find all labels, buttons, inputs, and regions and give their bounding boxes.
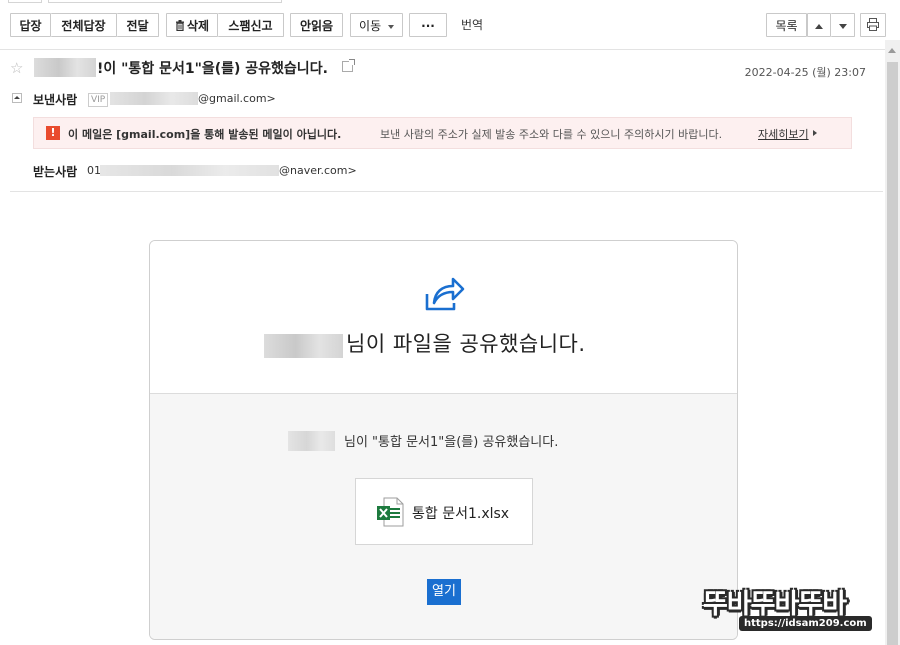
recipient-address-prefix: 01: [87, 164, 101, 177]
share-headline: 님이 파일을 공유했습니다.: [346, 332, 586, 356]
open-button[interactable]: 열기: [427, 579, 461, 605]
trash-icon: [175, 15, 185, 39]
mail-subject: !이 "통합 문서1"을(를) 공유했습니다.: [97, 61, 328, 77]
print-button[interactable]: [860, 13, 886, 37]
watermark-url: https://idsam209.com: [739, 616, 872, 631]
spam-report-button[interactable]: 스팸신고: [218, 13, 284, 37]
more-button[interactable]: ···: [409, 13, 447, 37]
excel-file-icon: [377, 497, 404, 527]
move-dropdown[interactable]: 이동: [350, 13, 403, 37]
sender-address[interactable]: @gmail.com>: [198, 92, 276, 105]
share-icon: [425, 277, 465, 311]
redacted-sender-name: [34, 58, 96, 77]
prev-mail-button[interactable]: [807, 13, 831, 37]
chevron-down-icon: [838, 24, 847, 29]
mark-unread-button[interactable]: 안읽음: [290, 13, 343, 37]
chevron-down-icon: [387, 24, 394, 29]
warning-more-link[interactable]: 자세히보기: [758, 126, 809, 142]
move-label: 이동: [359, 19, 382, 33]
chevron-up-icon: [815, 24, 823, 29]
recipient-address[interactable]: @naver.com>: [279, 164, 357, 177]
external-link-icon[interactable]: [342, 59, 355, 72]
mail-date: 2022-04-25 (월) 23:07: [744, 66, 866, 79]
reply-all-button[interactable]: 전체답장: [51, 13, 117, 37]
scroll-up-arrow-icon[interactable]: [888, 48, 896, 53]
site-watermark: 뚜바뚜바뚜바 https://idsam209.com: [703, 580, 883, 638]
spoof-warning-banner: ! 이 메일은 [gmail.com]을 통해 발송된 메일이 아닙니다. 보낸…: [33, 117, 852, 149]
share-subline: 님이 "통합 문서1"을(를) 공유했습니다.: [344, 435, 559, 450]
mail-toolbar: 답장 전체답장 전달 삭제 스팸신고 안읽음 이동 ··· 번역 목록: [0, 13, 900, 39]
vip-badge: VIP: [88, 93, 109, 107]
shared-file-chip[interactable]: 통합 문서1.xlsx: [355, 478, 533, 545]
top-search-stub[interactable]: [48, 0, 282, 3]
delete-label: 삭제: [186, 19, 210, 33]
star-icon[interactable]: ☆: [10, 59, 23, 77]
warning-detail-text: 보낸 사람의 주소가 실제 발송 주소와 다를 수 있으니 주의하시기 바랍니다…: [380, 128, 723, 141]
next-mail-button[interactable]: [831, 13, 855, 37]
redacted-sender-address: [110, 92, 198, 105]
divider: [0, 49, 885, 50]
chevron-right-icon: [813, 130, 817, 136]
forward-button[interactable]: 전달: [117, 13, 159, 37]
reply-button[interactable]: 답장: [10, 13, 51, 37]
top-tab-stub[interactable]: [8, 0, 42, 3]
scrollbar-thumb[interactable]: [887, 62, 898, 645]
divider: [10, 191, 883, 192]
list-button[interactable]: 목록: [766, 13, 807, 37]
warning-bold-text: 이 메일은 [gmail.com]을 통해 발송된 메일이 아닙니다.: [68, 128, 342, 141]
redacted-sharer-name: [288, 431, 335, 451]
share-card-body: 님이 "통합 문서1"을(를) 공유했습니다. 통합 문서1.xlsx 열기: [150, 394, 737, 639]
delete-button[interactable]: 삭제: [166, 13, 218, 37]
collapse-toggle-icon[interactable]: [12, 93, 22, 103]
redacted-recipient-address: [100, 165, 279, 176]
share-card-header: 님이 파일을 공유했습니다.: [150, 241, 737, 394]
translate-button[interactable]: 번역: [461, 13, 483, 37]
shared-file-name: 통합 문서1.xlsx: [412, 506, 510, 522]
scrollbar[interactable]: [885, 40, 900, 645]
print-icon: [867, 15, 879, 39]
share-card: 님이 파일을 공유했습니다. 님이 "통합 문서1"을(를) 공유했습니다. 통…: [149, 240, 738, 640]
warning-icon: !: [46, 126, 60, 140]
recipient-label: 받는사람: [33, 165, 78, 179]
redacted-sharer-name: [264, 334, 343, 358]
sender-label: 보낸사람: [33, 93, 78, 107]
top-strip: [0, 0, 900, 4]
